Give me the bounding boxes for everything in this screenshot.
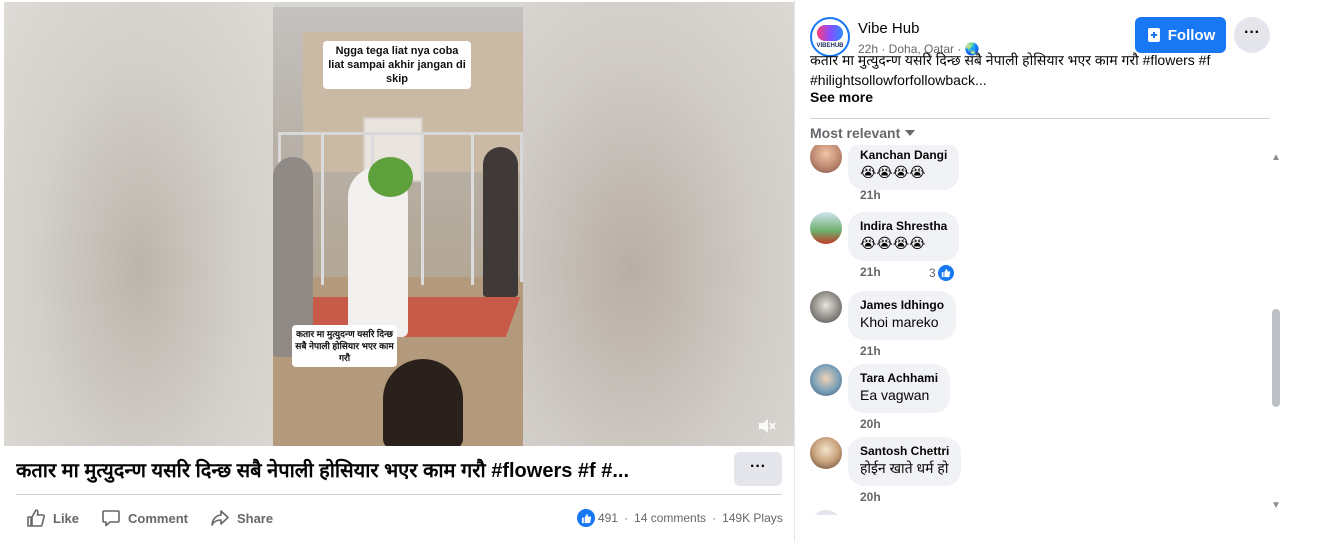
reaction-count[interactable]: 491 <box>598 511 618 525</box>
post-description: कतार मा मुत्युदन्ण यसरि दिन्छ सबै नेपाली… <box>810 50 1272 90</box>
post-more-options-button[interactable]: ··· <box>734 452 782 486</box>
comment-timestamp[interactable]: 21h <box>860 344 881 358</box>
commenter-name[interactable]: Tara Achhami <box>860 370 938 386</box>
comment-reactions[interactable]: 3 <box>929 265 954 281</box>
follow-button[interactable]: Follow <box>1135 17 1226 53</box>
avatar[interactable] <box>810 437 842 469</box>
comment-timestamp[interactable]: 20h <box>860 417 881 431</box>
facebook-video-viewer: Ngga tega liat nya coba liat sampai akhi… <box>0 0 1327 542</box>
post-title: कतार मा मुत्युदन्ण यसरि दिन्छ सबै नेपाली… <box>16 460 630 482</box>
divider <box>16 494 782 495</box>
avatar[interactable] <box>810 145 842 173</box>
comment-bubble: Santosh Chettri होईन खाते धर्म हो <box>848 437 962 486</box>
comment-text: Khoi mareko <box>860 314 939 330</box>
comment-bubble: Tara Achhami Ea vagwan <box>848 364 951 413</box>
commenter-name[interactable]: James Idhingo <box>860 297 944 313</box>
like-reaction-icon[interactable] <box>577 509 595 527</box>
comment-bubble: Kanchan Dangi 😭😭😭😭 <box>848 145 960 190</box>
comment-bubble-icon <box>102 510 120 527</box>
panel-divider <box>794 0 795 542</box>
comment-text: 😭😭😭😭 <box>860 235 926 251</box>
video-scene-foreground-head <box>383 359 463 446</box>
commenter-name[interactable]: Santosh Chettri <box>860 443 949 459</box>
commenter-name[interactable]: Indira Shrestha <box>860 218 947 234</box>
video-scene-person <box>483 147 518 297</box>
comment-bubble: James Idhingo Khoi mareko <box>848 291 957 340</box>
comments-list[interactable]: Kanchan Dangi 😭😭😭😭 21h Indira Shrestha 😭… <box>805 145 1267 515</box>
video-blurred-backdrop-right <box>523 2 794 446</box>
page-more-options-button[interactable]: ··· <box>1234 17 1270 53</box>
comment-timestamp[interactable]: 21h <box>860 188 881 202</box>
avatar[interactable] <box>810 291 842 323</box>
share-label: Share <box>236 510 274 526</box>
comment-label: Comment <box>128 510 188 526</box>
comment-text: होईन खाते धर्म हो <box>860 460 949 476</box>
video-blurred-backdrop-left <box>4 2 273 446</box>
comment-count[interactable]: 14 comments <box>634 511 706 525</box>
caret-down-icon <box>905 130 916 136</box>
like-button[interactable]: Like <box>26 508 79 528</box>
follow-label: Follow <box>1167 26 1216 44</box>
gamepad-logo-icon <box>817 25 843 41</box>
post-stats: 491 · 14 comments · 149K Plays <box>577 507 783 529</box>
commenter-name[interactable]: Kanchan Dangi <box>860 147 947 163</box>
scrollbar-thumb[interactable] <box>1272 309 1280 407</box>
post-actions-bar: Like Comment Share <box>26 507 295 529</box>
like-reaction-icon <box>937 265 954 281</box>
video-frame[interactable]: Ngga tega liat nya coba liat sampai akhi… <box>273 7 523 446</box>
comment-timestamp[interactable]: 21h <box>860 265 881 279</box>
comment-text: Ea vagwan <box>860 387 930 403</box>
video-caption-bottom: कतार मा मुत्युदन्ण यसरि दिन्छ सबै नेपाली… <box>292 325 397 367</box>
share-button[interactable]: Share <box>210 508 273 528</box>
reaction-count: 3 <box>929 266 936 280</box>
video-player[interactable]: Ngga tega liat nya coba liat sampai akhi… <box>4 2 794 446</box>
comment-timestamp[interactable]: 20h <box>860 490 881 504</box>
comment-text: 😭😭😭😭 <box>860 164 926 180</box>
divider <box>810 118 1270 119</box>
video-caption-top: Ngga tega liat nya coba liat sampai akhi… <box>323 41 471 89</box>
comment-button[interactable]: Comment <box>101 508 188 528</box>
like-label: Like <box>53 510 80 526</box>
see-more-link[interactable]: See more <box>810 89 873 105</box>
post-description-line: कतार मा मुत्युदन्ण यसरि दिन्छ सबै नेपाली… <box>810 52 1211 68</box>
speaker-muted-icon[interactable] <box>756 415 778 437</box>
share-arrow-icon <box>211 510 229 526</box>
follow-plus-icon <box>1147 28 1160 42</box>
avatar-brand-text: VIBEHUB <box>816 43 844 49</box>
play-count: 149K Plays <box>722 511 783 525</box>
scroll-up-arrow-icon[interactable]: ▲ <box>1271 152 1281 163</box>
thumbs-up-icon <box>27 509 45 527</box>
scroll-down-arrow-icon[interactable]: ▼ <box>1271 500 1281 511</box>
comment-sort-dropdown[interactable]: Most relevant <box>810 125 916 141</box>
avatar[interactable] <box>810 364 842 396</box>
comment-bubble: Indira Shrestha 😭😭😭😭 <box>848 212 960 261</box>
video-scene-person-head <box>368 157 413 197</box>
post-description-line: #hilightsollowforfollowback... <box>810 72 987 88</box>
avatar[interactable] <box>810 212 842 244</box>
page-name-link[interactable]: Vibe Hub <box>858 20 919 37</box>
avatar[interactable] <box>810 510 842 515</box>
sort-label: Most relevant <box>810 125 901 141</box>
